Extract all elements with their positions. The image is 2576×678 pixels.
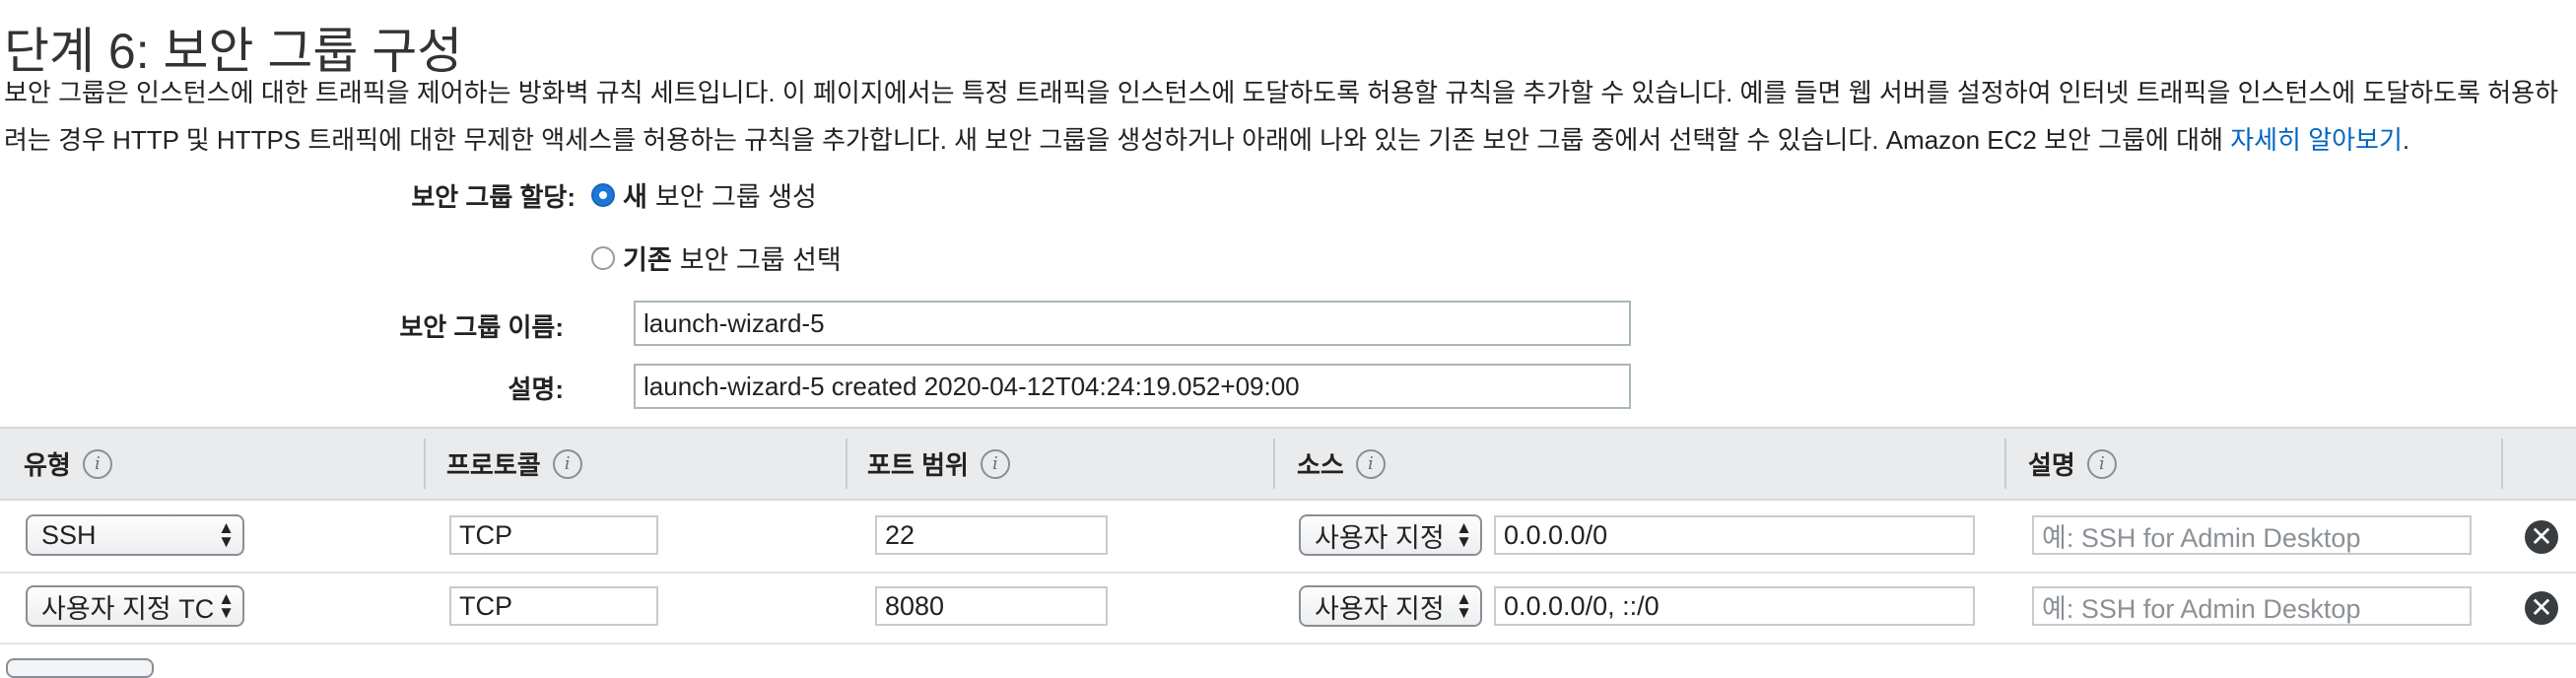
column-divider — [1273, 439, 1275, 489]
rule-type-select[interactable]: SSH ▲ ▼ — [26, 514, 244, 556]
column-divider — [424, 439, 426, 489]
source-cidr-input[interactable]: 0.0.0.0/0, ::/0 — [1494, 586, 1975, 626]
column-header-source-label: 소스 — [1297, 450, 1344, 480]
description-input[interactable]: launch-wizard-5 created 2020-04-12T04:24… — [634, 364, 1631, 409]
radio-existing-bold: 기존 — [623, 245, 672, 275]
column-divider — [2501, 439, 2503, 489]
info-icon[interactable]: i — [2086, 448, 2117, 479]
select-arrows-icon: ▲ ▼ — [1456, 589, 1472, 622]
row-divider — [0, 572, 2576, 574]
rule-type-select[interactable]: 사용자 지정 TC ▲ ▼ — [26, 585, 244, 627]
remove-rule-icon[interactable]: ✕ — [2525, 591, 2558, 625]
security-group-name-input[interactable]: launch-wizard-5 — [634, 301, 1631, 346]
source-cidr-input[interactable]: 0.0.0.0/0 — [1494, 515, 1975, 555]
column-divider — [2004, 439, 2006, 489]
column-divider — [846, 439, 847, 489]
port-range-input[interactable]: 8080 — [875, 586, 1108, 626]
protocol-field[interactable]: TCP — [449, 586, 658, 626]
page-description: 보안 그룹은 인스턴스에 대한 트래픽을 제어하는 방화벽 규칙 세트입니다. … — [4, 69, 2566, 164]
radio-existing-label: 보안 그룹 선택 — [679, 245, 842, 275]
source-type-value: 사용자 지정 — [1315, 593, 1445, 624]
assign-security-group-label: 보안 그룹 할당: — [411, 182, 576, 212]
security-group-name-label: 보안 그룹 이름: — [399, 312, 564, 342]
row-divider — [0, 643, 2576, 644]
rules-table-header: 유형 i 프로토콜 i 포트 범위 i 소스 i 설명 i — [0, 427, 2576, 501]
port-range-input[interactable]: 22 — [875, 515, 1108, 555]
description-label: 설명: — [508, 374, 565, 404]
source-type-value: 사용자 지정 — [1315, 522, 1445, 553]
column-header-protocol: 프로토콜 i — [446, 429, 582, 499]
info-icon[interactable]: i — [552, 448, 582, 479]
column-header-type: 유형 i — [24, 429, 112, 499]
column-header-description-label: 설명 — [2028, 450, 2075, 480]
select-arrows-icon: ▲ ▼ — [218, 518, 235, 551]
protocol-field[interactable]: TCP — [449, 515, 658, 555]
rule-description-input[interactable]: 예: SSH for Admin Desktop — [2032, 586, 2472, 626]
column-header-source: 소스 i — [1297, 429, 1386, 499]
radio-new-label: 보안 그룹 생성 — [654, 182, 817, 212]
info-icon[interactable]: i — [980, 448, 1010, 479]
add-rule-button[interactable] — [6, 658, 154, 678]
rule-type-value: 사용자 지정 TC — [41, 593, 215, 624]
column-header-protocol-label: 프로토콜 — [446, 450, 541, 480]
radio-new-bold: 새 — [623, 182, 647, 212]
radio-unselected-icon[interactable] — [591, 245, 615, 270]
select-arrows-icon: ▲ ▼ — [1456, 518, 1472, 551]
rule-type-value: SSH — [41, 519, 97, 550]
radio-new-security-group[interactable]: 새 보안 그룹 생성 — [591, 175, 817, 214]
select-arrows-icon: ▲ ▼ — [218, 589, 235, 622]
source-type-select[interactable]: 사용자 지정 ▲ ▼ — [1299, 514, 1482, 556]
radio-selected-icon[interactable] — [591, 182, 615, 207]
column-header-description: 설명 i — [2028, 429, 2117, 499]
remove-rule-icon[interactable]: ✕ — [2525, 520, 2558, 554]
source-type-select[interactable]: 사용자 지정 ▲ ▼ — [1299, 585, 1482, 627]
learn-more-link[interactable]: 자세히 알아보기 — [2230, 125, 2403, 155]
column-header-type-label: 유형 — [24, 450, 71, 480]
column-header-port-range-label: 포트 범위 — [867, 450, 969, 480]
radio-existing-security-group[interactable]: 기존 보안 그룹 선택 — [591, 238, 842, 277]
rule-description-input[interactable]: 예: SSH for Admin Desktop — [2032, 515, 2472, 555]
info-icon[interactable]: i — [82, 448, 112, 479]
info-icon[interactable]: i — [1355, 448, 1386, 479]
description-end: . — [2402, 125, 2410, 155]
column-header-port-range: 포트 범위 i — [867, 429, 1010, 499]
description-text: 보안 그룹은 인스턴스에 대한 트래픽을 제어하는 방화벽 규칙 세트입니다. … — [4, 78, 2559, 155]
